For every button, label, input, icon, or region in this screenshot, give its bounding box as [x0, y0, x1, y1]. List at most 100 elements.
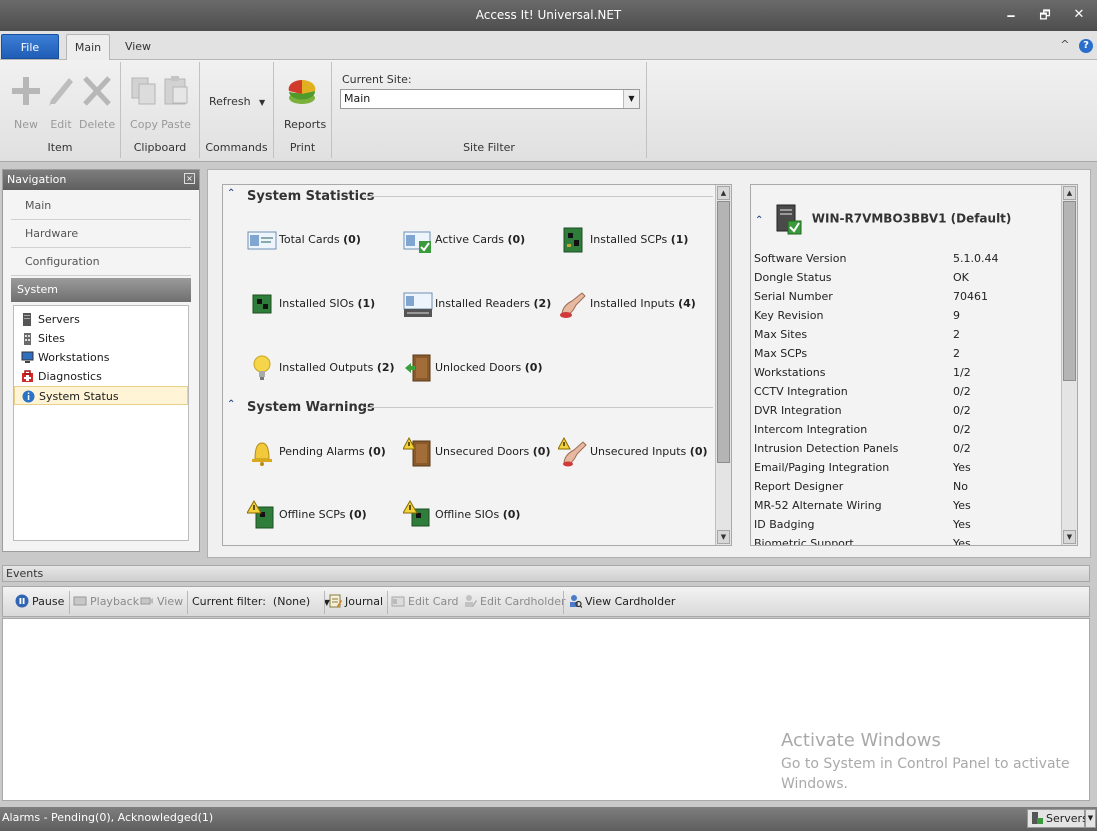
edit-cardholder-button[interactable]: Edit Cardholder	[463, 594, 566, 610]
nav-section-system[interactable]: System	[11, 278, 191, 302]
server-info-row: ID Badging Yes	[754, 515, 1054, 534]
pin-icon[interactable]: ×	[184, 173, 195, 184]
scroll-up-icon[interactable]: ▲	[1063, 186, 1076, 200]
view-button[interactable]: View	[140, 594, 183, 610]
nav-section-main[interactable]: Main	[11, 192, 191, 220]
navigation-panel: Navigation × Main Hardware Configuration…	[2, 169, 200, 552]
stat-count: (0)	[507, 233, 526, 246]
minimize-button[interactable]: 🗕	[998, 5, 1024, 25]
camera-icon	[140, 597, 153, 605]
nav-item-servers[interactable]: Servers	[14, 310, 188, 329]
scroll-thumb[interactable]	[1063, 201, 1076, 381]
close-button[interactable]: ✕	[1066, 5, 1092, 25]
reports-chart-icon	[288, 79, 316, 104]
events-header: Events	[2, 565, 1090, 582]
server-info-row: Software Version 5.1.0.44	[754, 249, 1054, 268]
print-group: Reports Print	[274, 62, 332, 158]
collapse-caret-icon[interactable]: ⌃	[227, 188, 235, 199]
commands-group-label: Commands	[205, 141, 268, 154]
paste-button[interactable]: Paste	[158, 74, 194, 131]
info-value: OK	[953, 271, 969, 284]
nav-section-hardware[interactable]: Hardware	[11, 220, 191, 248]
copy-icon	[131, 77, 156, 105]
nav-item-diagnostics[interactable]: Diagnostics	[14, 367, 188, 386]
scroll-thumb[interactable]	[717, 201, 730, 463]
refresh-button[interactable]: Refresh ▼	[209, 95, 265, 108]
events-toolbar: Pause Playback View Current filter: (Non…	[2, 586, 1090, 617]
tab-main[interactable]: Main	[66, 34, 110, 60]
current-filter-dropdown[interactable]: Current filter: (None) ▼	[192, 594, 330, 611]
warn-label: Offline SCPs	[279, 508, 346, 521]
new-button[interactable]: New	[8, 74, 44, 131]
playback-button[interactable]: Playback	[73, 594, 139, 610]
nav-item-workstations[interactable]: Workstations	[14, 348, 188, 367]
server-info-panel: ⌃ WIN-R7VMBO3BBV1 (Default) Software Ver…	[750, 184, 1078, 546]
scroll-down-icon[interactable]: ▼	[717, 530, 730, 544]
copy-button[interactable]: Copy	[126, 74, 162, 131]
ribbon-collapse-icon[interactable]: ^	[1060, 38, 1069, 51]
clipboard-group: Copy Paste Clipboard	[121, 62, 200, 158]
warn-count: (0)	[689, 445, 708, 458]
server-ok-icon	[776, 204, 802, 235]
info-value: 0/2	[953, 404, 971, 417]
status-bar: Alarms - Pending(0), Acknowledged(1) Ser…	[0, 807, 1097, 831]
info-key: Dongle Status	[754, 271, 832, 284]
edit-card-button[interactable]: Edit Card	[391, 594, 459, 610]
ribbon: New Edit Delete Item Copy Paste Clipboar…	[0, 60, 1097, 162]
server-info-row: DVR Integration 0/2	[754, 401, 1054, 420]
restore-button[interactable]: 🗗	[1032, 5, 1058, 25]
stat-count: (0)	[524, 361, 543, 374]
info-key: Intercom Integration	[754, 423, 868, 436]
item-group: New Edit Delete Item	[0, 62, 121, 158]
edit-card-label: Edit Card	[408, 595, 459, 608]
info-value: 5.1.0.44	[953, 252, 999, 265]
filter-value: (None)	[272, 595, 311, 608]
info-key: Max Sites	[754, 328, 808, 341]
edit-card-icon	[391, 596, 405, 607]
statistics-panel: ⌃ System Statistics Total Cards (0) Acti…	[222, 184, 732, 546]
window-title: Access It! Universal.NET	[475, 8, 622, 22]
info-key: Key Revision	[754, 309, 824, 322]
info-key: Workstations	[754, 366, 826, 379]
servers-button[interactable]: Servers	[1027, 809, 1088, 828]
toolbar-separator	[187, 591, 188, 614]
nav-item-system-status[interactable]: System Status	[14, 386, 188, 405]
server-info-row: Max Sites 2	[754, 325, 1054, 344]
info-value: 0/2	[953, 442, 971, 455]
server-info-row: Serial Number 70461	[754, 287, 1054, 306]
scroll-up-icon[interactable]: ▲	[717, 186, 730, 200]
site-filter-group: Current Site: Main ▼ Site Filter	[332, 62, 647, 158]
statistics-scrollbar[interactable]: ▲ ▼	[715, 185, 731, 545]
collapse-caret-icon[interactable]: ⌃	[755, 215, 763, 226]
circuit-board-icon	[563, 227, 583, 253]
info-key: Email/Paging Integration	[754, 461, 890, 474]
current-site-select[interactable]: Main ▼	[340, 89, 640, 109]
nav-item-sites[interactable]: Sites	[14, 329, 188, 348]
view-cardholder-button[interactable]: View Cardholder	[568, 594, 675, 610]
server-name: WIN-R7VMBO3BBV1 (Default)	[811, 211, 1012, 226]
system-status-content: ⌃ System Statistics Total Cards (0) Acti…	[207, 169, 1091, 558]
stat-label: Unlocked Doors	[435, 361, 522, 374]
journal-button[interactable]: Journal	[328, 594, 383, 610]
pause-button[interactable]: Pause	[15, 594, 64, 610]
nav-section-configuration[interactable]: Configuration	[11, 248, 191, 276]
chevron-down-icon[interactable]: ▼	[623, 90, 639, 108]
collapse-caret-icon[interactable]: ⌃	[227, 399, 235, 410]
reports-button[interactable]: Reports	[284, 74, 326, 131]
edit-button[interactable]: Edit	[43, 74, 79, 131]
nav-item-label: System Status	[39, 390, 119, 403]
site-filter-group-label: Site Filter	[463, 141, 515, 154]
tab-file[interactable]: File	[1, 34, 59, 59]
stat-count: (0)	[343, 233, 361, 246]
current-site-value: Main	[344, 92, 371, 105]
stat-label: Installed Readers	[435, 297, 531, 310]
delete-button[interactable]: Delete	[79, 74, 115, 131]
tab-view[interactable]: View	[118, 34, 158, 60]
toolbar-separator	[387, 591, 388, 614]
scroll-down-icon[interactable]: ▼	[1063, 530, 1076, 544]
info-key: ID Badging	[754, 518, 815, 531]
server-info-scrollbar[interactable]: ▲ ▼	[1061, 185, 1077, 545]
help-icon[interactable]: ?	[1079, 39, 1093, 53]
card-reader-icon	[403, 292, 433, 317]
servers-dropdown-icon[interactable]: ▼	[1085, 809, 1096, 828]
